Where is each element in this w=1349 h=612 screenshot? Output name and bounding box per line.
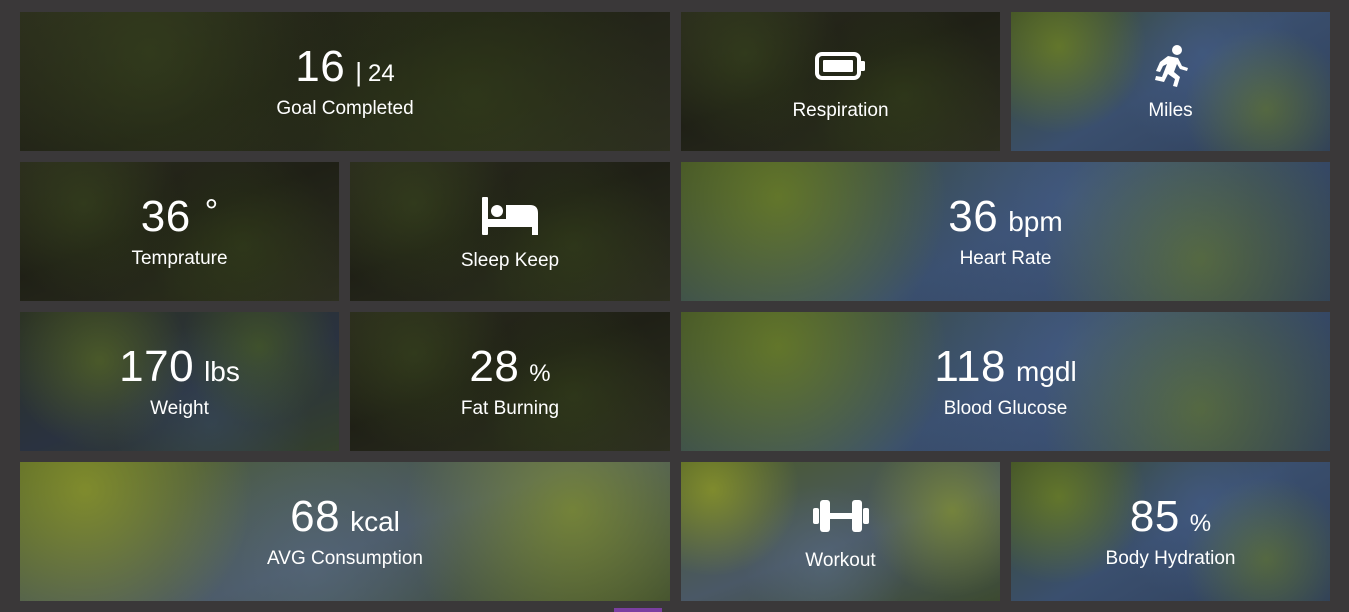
weight-label: Weight (150, 398, 209, 419)
avg-consumption-unit: kcal (350, 506, 400, 537)
avg-consumption-tile[interactable]: 68 kcal AVG Consumption (20, 462, 670, 601)
goal-completed-tile[interactable]: 16 | 24 Goal Completed (20, 12, 670, 151)
fat-burning-label: Fat Burning (460, 398, 560, 419)
body-hydration-value-row: 85 % (1130, 495, 1211, 539)
heart-rate-unit: bpm (1008, 206, 1063, 237)
temperature-value: 36 (140, 192, 191, 241)
dumbbell-icon (811, 493, 871, 539)
fat-burning-tile[interactable]: 28 % Fat Burning (350, 312, 670, 451)
blood-glucose-unit: mgdl (1015, 356, 1077, 387)
body-hydration-unit: % (1189, 510, 1212, 537)
avg-consumption-value: 68 (290, 492, 341, 541)
running-person-icon (1151, 43, 1191, 89)
fat-burning-unit: % (529, 360, 551, 387)
goal-total: 24 (368, 60, 395, 87)
fat-burning-value: 28 (469, 342, 520, 391)
bed-icon (480, 193, 540, 239)
miles-tile[interactable]: Miles (1011, 12, 1330, 151)
body-hydration-value: 85 (1129, 492, 1180, 541)
temperature-tile[interactable]: 36 ° Temprature (20, 162, 339, 301)
heart-rate-value: 36 (948, 192, 999, 241)
sleep-keep-tile[interactable]: Sleep Keep (350, 162, 670, 301)
avg-consumption-value-row: 68 kcal (290, 495, 400, 539)
battery-icon (814, 43, 868, 89)
heart-rate-value-row: 36 bpm (948, 195, 1062, 239)
weight-unit: lbs (204, 356, 240, 387)
temperature-label: Temprature (131, 248, 228, 269)
body-hydration-label: Body Hydration (1105, 548, 1236, 569)
blood-glucose-value: 118 (934, 342, 1006, 391)
avg-consumption-label: AVG Consumption (267, 548, 423, 569)
temperature-value-row: 36 ° (141, 195, 219, 239)
body-hydration-tile[interactable]: 85 % Body Hydration (1011, 462, 1330, 601)
fat-burning-value-row: 28 % (469, 345, 550, 389)
bottom-accent-bar (614, 608, 662, 612)
miles-label: Miles (1148, 100, 1193, 121)
heart-rate-label: Heart Rate (959, 248, 1052, 269)
weight-value: 170 (119, 342, 195, 391)
temperature-unit: ° (204, 193, 219, 231)
blood-glucose-label: Blood Glucose (943, 398, 1068, 419)
goal-value: 16 (295, 42, 346, 91)
weight-tile[interactable]: 170 lbs Weight (20, 312, 339, 451)
goal-label: Goal Completed (276, 98, 414, 119)
goal-separator: | (355, 57, 362, 87)
sleep-keep-label: Sleep Keep (460, 250, 560, 271)
workout-label: Workout (805, 550, 876, 571)
blood-glucose-tile[interactable]: 118 mgdl Blood Glucose (681, 312, 1330, 451)
health-dashboard: 16 | 24 Goal Completed Respiration Miles… (0, 0, 1349, 612)
weight-value-row: 170 lbs (119, 345, 240, 389)
workout-tile[interactable]: Workout (681, 462, 1000, 601)
goal-value-row: 16 | 24 (295, 45, 394, 89)
heart-rate-tile[interactable]: 36 bpm Heart Rate (681, 162, 1330, 301)
respiration-label: Respiration (792, 100, 889, 121)
blood-glucose-value-row: 118 mgdl (934, 345, 1076, 389)
respiration-tile[interactable]: Respiration (681, 12, 1000, 151)
